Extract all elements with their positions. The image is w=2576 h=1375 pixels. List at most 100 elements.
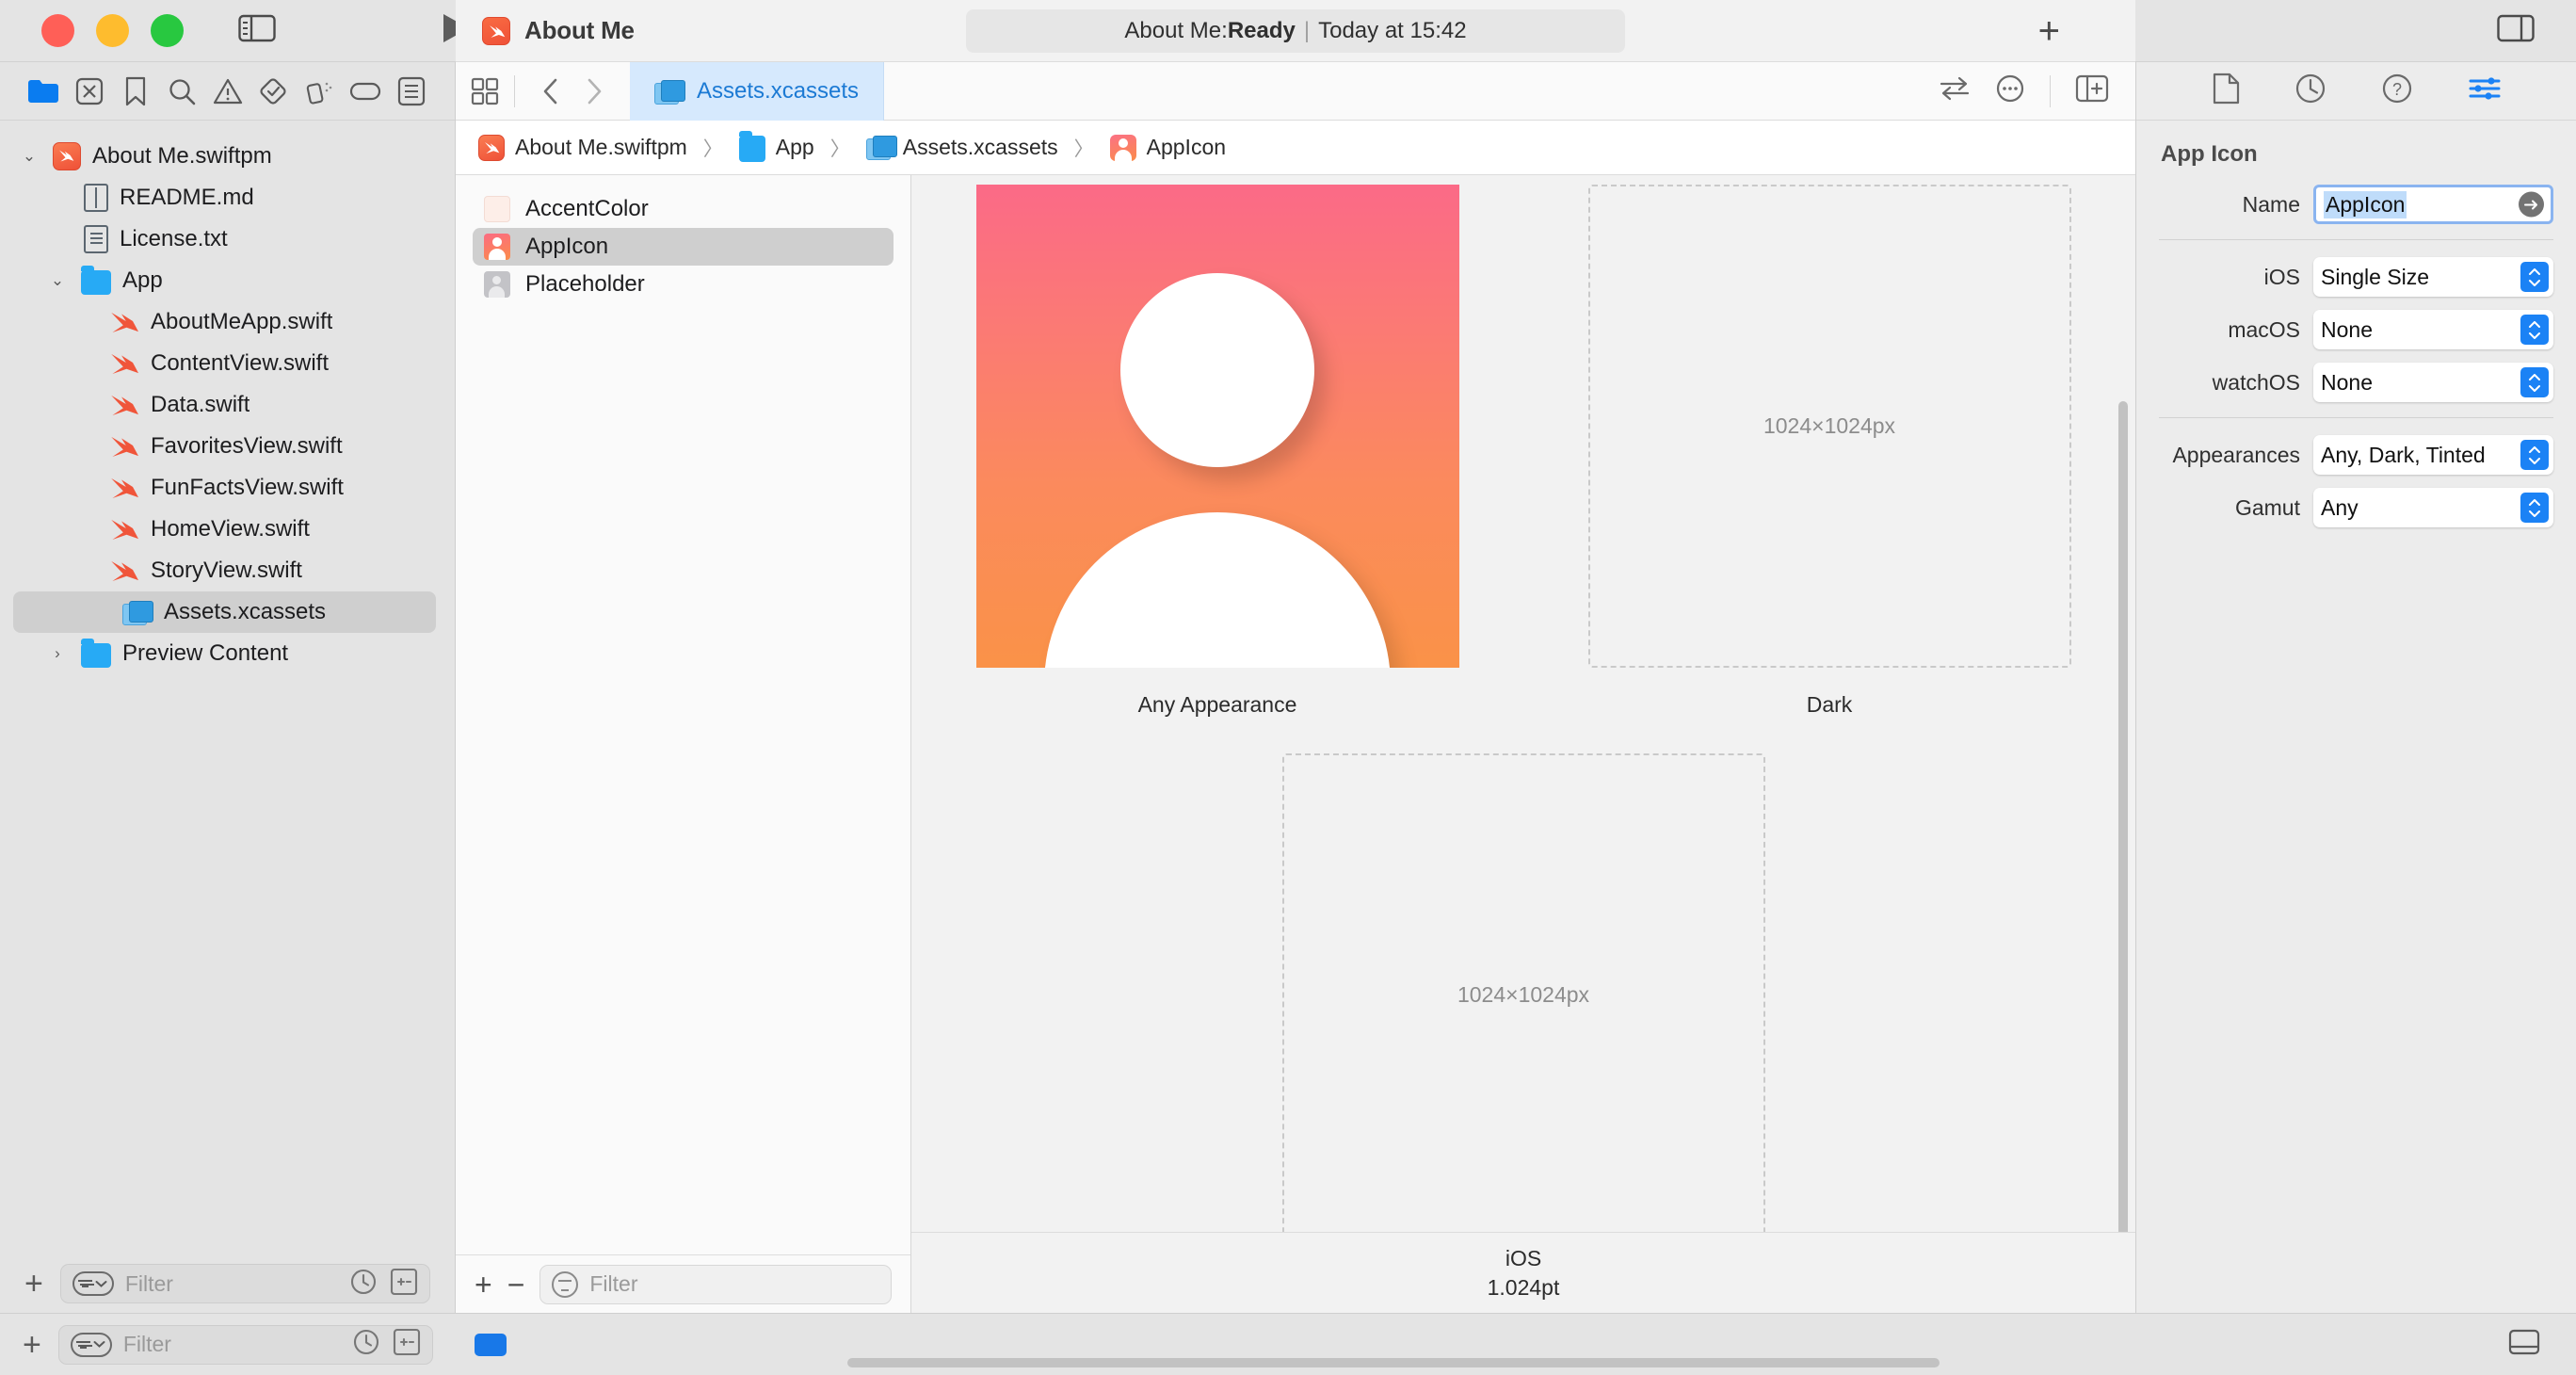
- icon-slot[interactable]: 1024×1024pxTinted: [911, 753, 2135, 1232]
- icon-dropzone[interactable]: 1024×1024px: [1587, 185, 2071, 668]
- chevron-updown-icon[interactable]: [2520, 440, 2549, 470]
- chevron-updown-icon[interactable]: [2520, 262, 2549, 292]
- breadcrumb-item[interactable]: Assets.xcassets: [865, 133, 1058, 162]
- chevron-updown-icon[interactable]: [2520, 493, 2549, 523]
- inspector-field-control[interactable]: None: [2313, 363, 2553, 402]
- popup-button[interactable]: Any, Dark, Tinted: [2313, 435, 2553, 475]
- name-input[interactable]: AppIcon: [2313, 185, 2553, 224]
- navigator-item[interactable]: ⌄ App: [0, 260, 455, 301]
- warning-triangle-icon[interactable]: [204, 68, 250, 115]
- navigator-item[interactable]: ›HomeView.swift: [0, 509, 455, 550]
- chevron-down-icon[interactable]: ⌄: [45, 272, 70, 287]
- file-inspector-icon[interactable]: [2212, 73, 2240, 109]
- bottom-filter-input[interactable]: Filter: [57, 1324, 433, 1365]
- navigator-filter-input[interactable]: Filter: [59, 1264, 430, 1303]
- chevron-right-icon[interactable]: [575, 73, 613, 110]
- bookmark-icon[interactable]: [113, 68, 159, 115]
- add-asset-button[interactable]: +: [475, 1270, 492, 1300]
- chevron-updown-icon[interactable]: [2520, 315, 2549, 345]
- debug-spray-icon[interactable]: [297, 68, 343, 115]
- navigator-item-label: AboutMeApp.swift: [151, 309, 333, 334]
- remove-asset-button[interactable]: −: [507, 1270, 525, 1300]
- breadcrumb-item[interactable]: App: [738, 131, 814, 162]
- navigator-item[interactable]: ›AboutMeApp.swift: [0, 301, 455, 343]
- tag-icon[interactable]: [342, 68, 388, 115]
- history-inspector-icon[interactable]: [2294, 73, 2326, 109]
- filter-dropdown-icon[interactable]: [72, 1271, 114, 1296]
- asset-filter-input[interactable]: Filter: [539, 1264, 892, 1304]
- popup-button[interactable]: Single Size: [2313, 257, 2553, 297]
- chevron-updown-icon[interactable]: [2520, 367, 2549, 397]
- asset-list[interactable]: AccentColor AppIcon Placeholder: [456, 175, 910, 1254]
- clock-icon[interactable]: [352, 1328, 380, 1361]
- asset-list-item[interactable]: AppIcon: [473, 228, 894, 266]
- inspector-field-control[interactable]: None: [2313, 310, 2553, 349]
- inspector-field-control[interactable]: Single Size: [2313, 257, 2553, 297]
- zoom-button[interactable]: [151, 14, 184, 47]
- navigator-item[interactable]: ⌄ About Me.swiftpm: [0, 136, 455, 177]
- plus-icon[interactable]: +: [24, 1268, 43, 1300]
- navigator-item[interactable]: ›Assets.xcassets: [13, 591, 436, 633]
- attributes-inspector-icon[interactable]: [2468, 74, 2502, 107]
- canvas-vertical-scrollbar[interactable]: [2118, 401, 2128, 1232]
- minimize-button[interactable]: [96, 14, 129, 47]
- plus-minus-icon[interactable]: [390, 1268, 418, 1301]
- navigator-item[interactable]: ›Data.swift: [0, 384, 455, 426]
- reveal-arrow-icon[interactable]: [2519, 191, 2544, 218]
- close-button[interactable]: [41, 14, 74, 47]
- asset-list-item[interactable]: Placeholder: [473, 266, 894, 303]
- test-diamond-icon[interactable]: [250, 68, 297, 115]
- popup-button[interactable]: Any: [2313, 488, 2553, 527]
- compare-versions-icon[interactable]: [1939, 75, 1971, 106]
- editor-body: AccentColor AppIcon Placeholder + − Filter…: [456, 175, 2135, 1313]
- popup-button[interactable]: None: [2313, 310, 2553, 349]
- navigator-item[interactable]: ›License.txt: [0, 218, 455, 260]
- navigator-item[interactable]: ›StoryView.swift: [0, 550, 455, 591]
- filter-dropdown-icon[interactable]: [70, 1332, 112, 1357]
- navigator-item[interactable]: ›FavoritesView.swift: [0, 426, 455, 467]
- breadcrumb-item[interactable]: About Me.swiftpm: [478, 134, 687, 161]
- debug-area-icon[interactable]: [2508, 1329, 2540, 1360]
- tab-grid-icon[interactable]: [456, 77, 514, 105]
- navigator-item[interactable]: › Preview Content: [0, 633, 455, 674]
- chevron-right-icon[interactable]: ›: [45, 644, 70, 663]
- icon-slot[interactable]: 1024×1024px Dark: [1523, 185, 2135, 753]
- status-badge: Ready: [1227, 17, 1296, 43]
- sidebar-toggle-icon[interactable]: [238, 13, 276, 48]
- plus-icon[interactable]: +: [2038, 12, 2060, 50]
- navigator-item[interactable]: ›README.md: [0, 177, 455, 218]
- report-list-icon[interactable]: [388, 68, 434, 115]
- folder-icon[interactable]: [21, 68, 67, 115]
- clock-icon[interactable]: [349, 1268, 378, 1301]
- editor-options-icon[interactable]: [1995, 73, 2025, 108]
- breadcrumb-item[interactable]: AppIcon: [1109, 134, 1226, 161]
- debug-chip[interactable]: [475, 1333, 507, 1356]
- icon-dropzone[interactable]: [975, 185, 1459, 668]
- plus-minus-icon[interactable]: [393, 1328, 421, 1361]
- popup-button[interactable]: None: [2313, 363, 2553, 402]
- help-inspector-icon[interactable]: ?: [2381, 73, 2413, 109]
- icon-dropzone[interactable]: 1024×1024px: [1281, 753, 1765, 1232]
- inspector-field-control[interactable]: AppIcon: [2313, 185, 2553, 224]
- inspector-field-control[interactable]: Any, Dark, Tinted: [2313, 435, 2553, 475]
- inspector-field-label: Name: [2242, 191, 2300, 217]
- icon-slot[interactable]: Any Appearance: [911, 185, 1523, 753]
- navigator-item[interactable]: ›ContentView.swift: [0, 343, 455, 384]
- search-icon[interactable]: [158, 68, 204, 115]
- project-chip: About Me: [482, 16, 635, 45]
- canvas-horizontal-scrollbar[interactable]: [847, 1358, 1940, 1367]
- inspector-field-control[interactable]: Any: [2313, 488, 2553, 527]
- asset-list-item[interactable]: AccentColor: [473, 190, 894, 228]
- status-bar[interactable]: About Me: Ready | Today at 15:42: [966, 8, 1625, 53]
- breadcrumb[interactable]: About Me.swiftpm 〉 App 〉 Assets.xcassets 〉 App…: [456, 121, 2135, 175]
- project-navigator-tree[interactable]: ⌄About Me.swiftpm›README.md›License.txt⌄…: [0, 121, 455, 1254]
- inspector-divider: [2159, 417, 2553, 418]
- plus-icon[interactable]: +: [23, 1329, 41, 1361]
- tab-assets-xcassets[interactable]: Assets.xcassets: [630, 61, 885, 121]
- source-control-icon[interactable]: [67, 68, 113, 115]
- chevron-down-icon[interactable]: ⌄: [17, 148, 41, 163]
- add-editor-icon[interactable]: [2075, 74, 2109, 107]
- inspector-toggle-icon[interactable]: [2497, 13, 2535, 48]
- chevron-left-icon[interactable]: [532, 73, 570, 110]
- navigator-item[interactable]: ›FunFactsView.swift: [0, 467, 455, 509]
